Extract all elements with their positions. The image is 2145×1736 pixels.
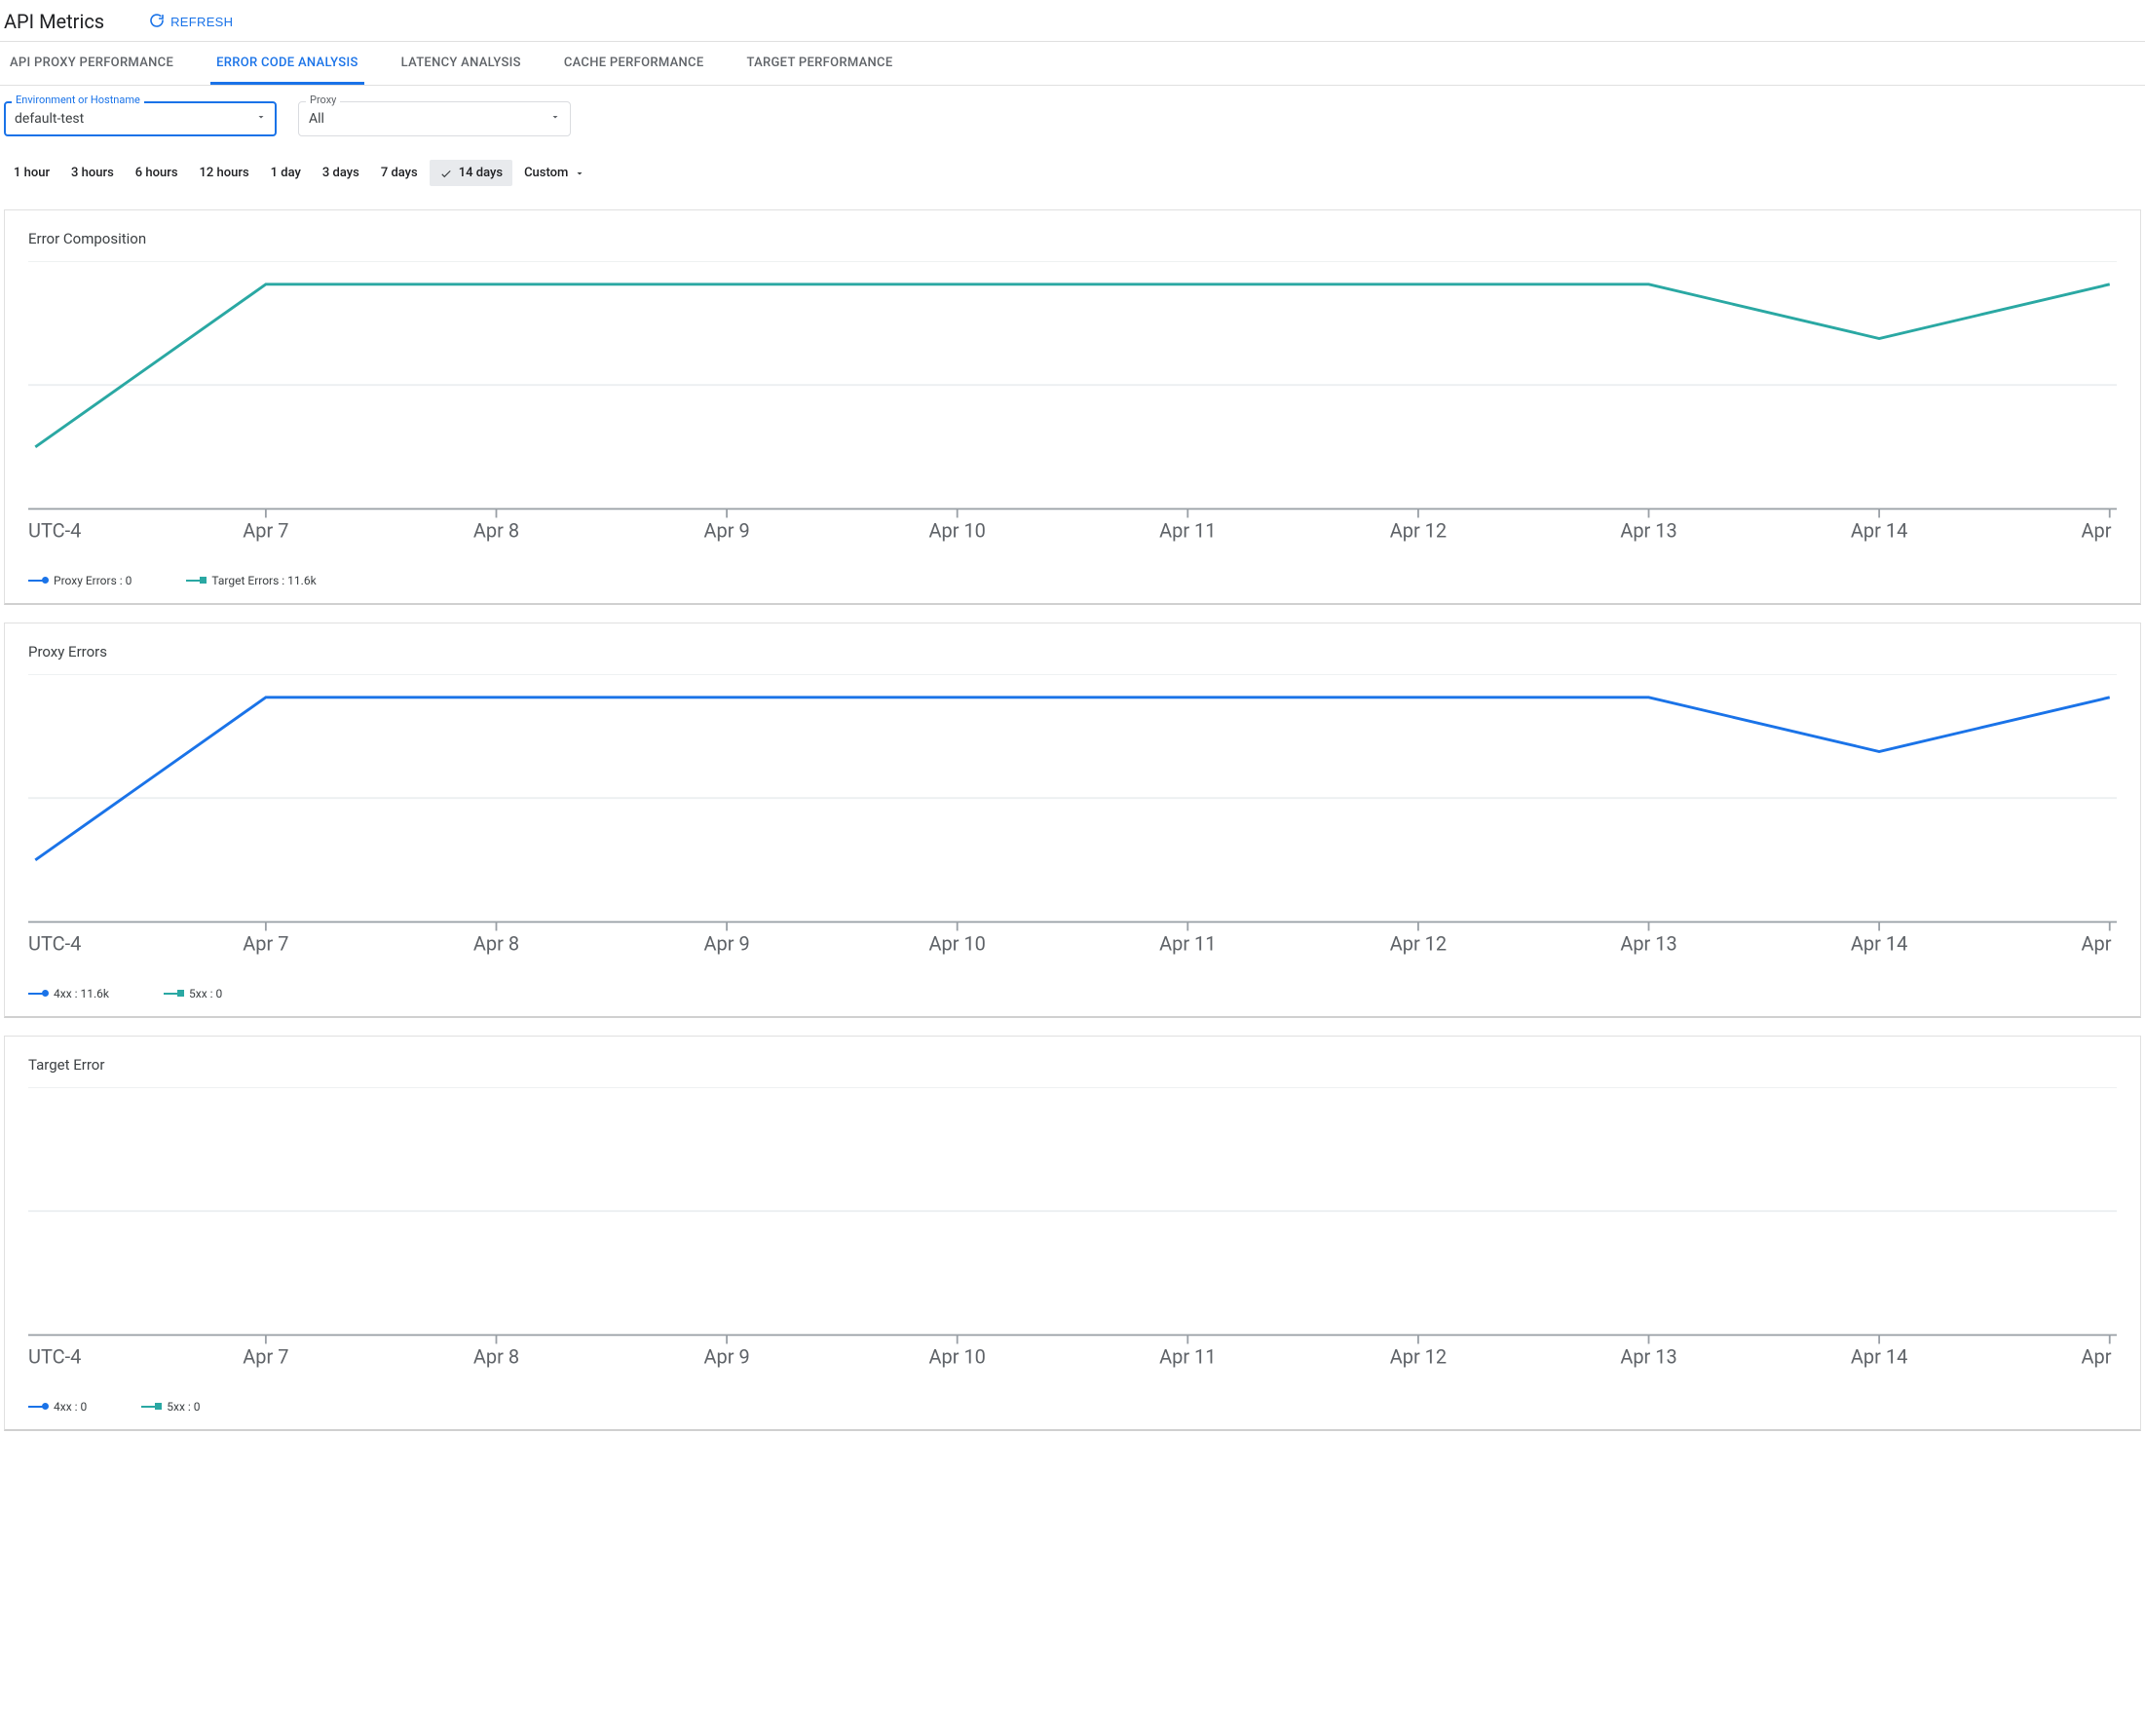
refresh-button[interactable]: REFRESH — [143, 12, 239, 32]
svg-text:Apr 14: Apr 14 — [1851, 931, 1907, 955]
svg-text:Apr 7: Apr 7 — [243, 1344, 288, 1368]
svg-text:Apr 12: Apr 12 — [1390, 518, 1447, 542]
proxy-select[interactable]: All — [298, 101, 571, 136]
chart-title: Proxy Errors — [28, 643, 2117, 660]
time-range-14-days[interactable]: 14 days — [430, 160, 512, 186]
chart-legend: 4xx : 11.6k 5xx : 0 — [28, 979, 2117, 1000]
svg-text:Apr 13: Apr 13 — [1620, 1344, 1676, 1368]
legend-item[interactable]: 4xx : 0 — [28, 1400, 87, 1414]
legend-item[interactable]: 4xx : 11.6k — [28, 987, 109, 1000]
proxy-value: All — [309, 111, 324, 127]
svg-text:Apr 9: Apr 9 — [703, 1344, 749, 1368]
svg-text:Apr 7: Apr 7 — [243, 931, 288, 955]
svg-text:Apr 15: Apr 15 — [2082, 931, 2117, 955]
time-range-3-hours[interactable]: 3 hours — [61, 160, 124, 186]
legend-item[interactable]: 5xx : 0 — [141, 1400, 200, 1414]
tab-error-code-analysis[interactable]: ERROR CODE ANALYSIS — [210, 42, 364, 85]
chart-svg: UTC-4 Apr 7 Apr 8 Apr 9 Apr 10 Apr 11 Apr 12 Ap… — [28, 674, 2117, 975]
svg-text:Apr 14: Apr 14 — [1851, 1344, 1907, 1368]
svg-text:Apr 15: Apr 15 — [2082, 1344, 2117, 1368]
svg-text:UTC-4: UTC-4 — [28, 931, 81, 955]
legend-label: Proxy Errors : 0 — [54, 574, 132, 587]
svg-text:Apr 11: Apr 11 — [1159, 931, 1216, 955]
svg-text:Apr 9: Apr 9 — [703, 931, 749, 955]
caret-down-icon — [255, 111, 267, 127]
legend-item[interactable]: 5xx : 0 — [164, 987, 222, 1000]
svg-text:UTC-4: UTC-4 — [28, 1344, 81, 1368]
time-range-1-hour[interactable]: 1 hour — [4, 160, 59, 186]
tab-cache-performance[interactable]: CACHE PERFORMANCE — [558, 42, 710, 85]
svg-text:Apr 13: Apr 13 — [1620, 518, 1676, 542]
tab-target-performance[interactable]: TARGET PERFORMANCE — [741, 42, 899, 85]
chart-legend: 4xx : 0 5xx : 0 — [28, 1392, 2117, 1414]
environment-label: Environment or Hostname — [12, 94, 144, 106]
tabbar: API PROXY PERFORMANCE ERROR CODE ANALYSIS… — [0, 41, 2145, 86]
legend-item[interactable]: Proxy Errors : 0 — [28, 574, 132, 587]
environment-value: default-test — [15, 111, 84, 127]
svg-text:Apr 11: Apr 11 — [1159, 1344, 1216, 1368]
time-range-12-hours[interactable]: 12 hours — [190, 160, 259, 186]
legend-label: 4xx : 11.6k — [54, 987, 109, 1000]
time-range-3-days[interactable]: 3 days — [313, 160, 369, 186]
refresh-icon — [149, 13, 165, 31]
chart-panel-proxy-errors: Proxy Errors UTC-4 Apr 7 Apr 8 Apr 9 Apr 10 Ap… — [4, 623, 2141, 1018]
svg-text:Apr 7: Apr 7 — [243, 518, 288, 542]
chart-panel-error-composition: Error Composition UTC-4 Apr 7 Apr 8 Apr 9 Apr… — [4, 209, 2141, 605]
svg-text:Apr 10: Apr 10 — [928, 1344, 985, 1368]
environment-select[interactable]: default-test — [4, 101, 277, 136]
check-icon — [439, 167, 453, 180]
svg-text:Apr 10: Apr 10 — [928, 931, 985, 955]
time-range-1-day[interactable]: 1 day — [261, 160, 311, 186]
legend-item[interactable]: Target Errors : 11.6k — [186, 574, 316, 587]
refresh-label: REFRESH — [170, 15, 233, 29]
proxy-select-wrap: All Proxy — [298, 101, 571, 136]
svg-text:Apr 12: Apr 12 — [1390, 1344, 1447, 1368]
tab-latency-analysis[interactable]: LATENCY ANALYSIS — [395, 42, 527, 85]
svg-text:Apr 11: Apr 11 — [1159, 518, 1216, 542]
chart-svg: UTC-4 Apr 7 Apr 8 Apr 9 Apr 10 Apr 11 Apr 12 Ap… — [28, 1087, 2117, 1388]
proxy-label: Proxy — [306, 94, 340, 106]
legend-label: 4xx : 0 — [54, 1400, 87, 1414]
page-header: API Metrics REFRESH — [0, 0, 2145, 41]
svg-text:Apr 10: Apr 10 — [928, 518, 985, 542]
legend-label: Target Errors : 11.6k — [211, 574, 316, 587]
svg-text:Apr 12: Apr 12 — [1390, 931, 1447, 955]
environment-select-wrap: default-test Environment or Hostname — [4, 101, 277, 136]
caret-down-icon — [574, 168, 585, 179]
tab-api-proxy-performance[interactable]: API PROXY PERFORMANCE — [4, 42, 179, 85]
chart-legend: Proxy Errors : 0 Target Errors : 11.6k — [28, 566, 2117, 587]
legend-label: 5xx : 0 — [167, 1400, 200, 1414]
chart-title: Target Error — [28, 1056, 2117, 1074]
svg-text:Apr 9: Apr 9 — [703, 518, 749, 542]
chart-title: Error Composition — [28, 230, 2117, 247]
caret-down-icon — [549, 111, 561, 127]
svg-text:Apr 13: Apr 13 — [1620, 931, 1676, 955]
chart-panel-target-error: Target Error UTC-4 Apr 7 Apr 8 Apr 9 Apr 10 Ap… — [4, 1036, 2141, 1431]
time-range-row: 1 hour3 hours6 hours12 hours1 day3 days7… — [0, 146, 2145, 204]
time-range-6-hours[interactable]: 6 hours — [126, 160, 188, 186]
svg-text:Apr 14: Apr 14 — [1851, 518, 1907, 542]
svg-text:Apr 8: Apr 8 — [473, 1344, 519, 1368]
page-title: API Metrics — [4, 10, 104, 33]
svg-text:Apr 8: Apr 8 — [473, 518, 519, 542]
svg-text:Apr 8: Apr 8 — [473, 931, 519, 955]
filters-row: default-test Environment or Hostname All… — [0, 86, 2145, 146]
time-range-7-days[interactable]: 7 days — [371, 160, 428, 186]
time-range-custom[interactable]: Custom — [514, 160, 595, 186]
legend-label: 5xx : 0 — [189, 987, 222, 1000]
chart-svg: UTC-4 Apr 7 Apr 8 Apr 9 Apr 10 Apr 11 Apr 12 Ap… — [28, 261, 2117, 562]
svg-text:UTC-4: UTC-4 — [28, 518, 81, 542]
svg-text:Apr 15: Apr 15 — [2082, 518, 2117, 542]
